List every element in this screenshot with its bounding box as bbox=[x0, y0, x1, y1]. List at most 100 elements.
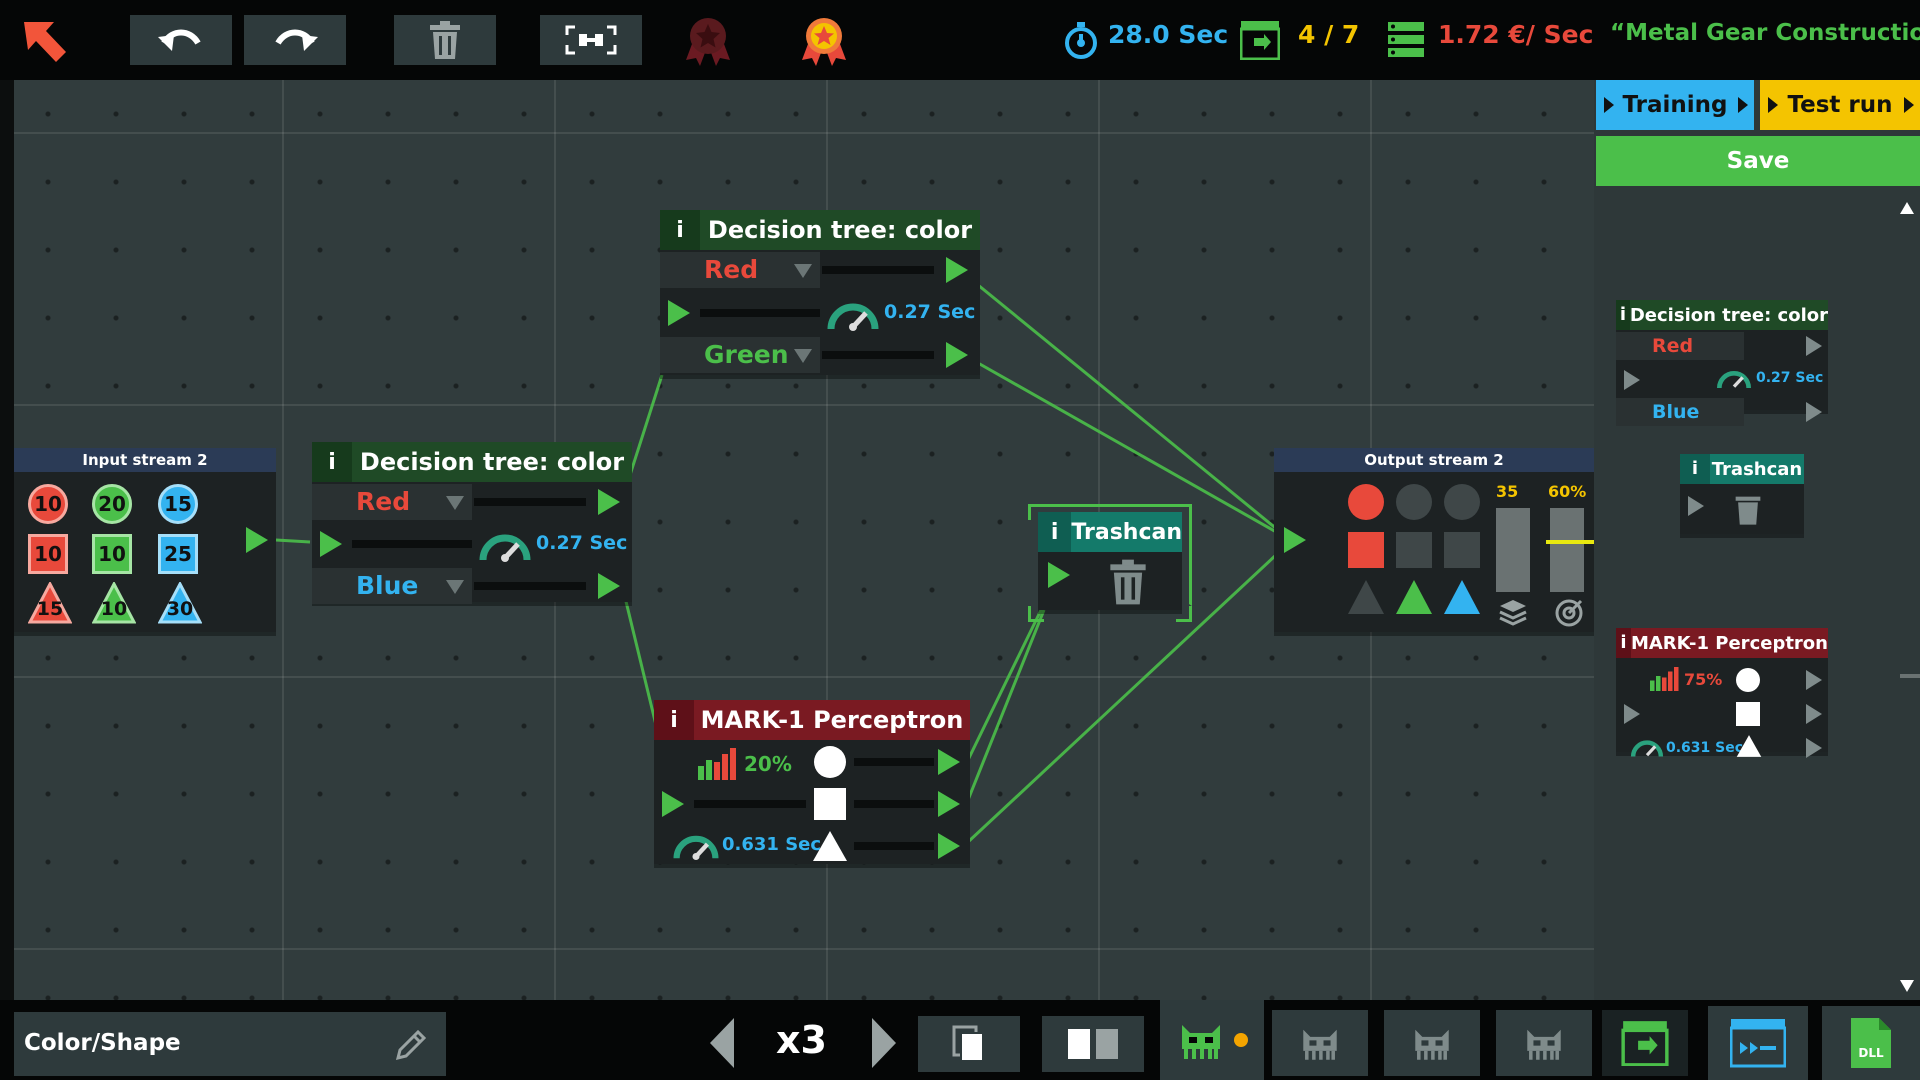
component-sidebar: Training Test run Save i Decision tree: … bbox=[1594, 80, 1920, 1000]
dt-row-3: Green bbox=[660, 335, 980, 375]
speed-gauge-icon bbox=[1630, 740, 1664, 757]
dt-output-port-2[interactable] bbox=[946, 342, 968, 368]
speed-gauge-icon bbox=[479, 534, 531, 562]
trash-icon bbox=[1110, 559, 1146, 605]
rail bbox=[822, 351, 934, 359]
output-stream-title: Output stream 2 bbox=[1274, 448, 1594, 472]
info-button[interactable]: i bbox=[1616, 300, 1630, 330]
dt-output-dropdown-1[interactable]: Red bbox=[660, 252, 820, 288]
rail bbox=[474, 582, 586, 590]
dataset-name-field[interactable]: Color/Shape bbox=[14, 1012, 446, 1076]
rail bbox=[854, 842, 934, 850]
scroll-down-arrow[interactable] bbox=[1900, 980, 1914, 992]
rail bbox=[822, 266, 934, 274]
scrollbar-thumb[interactable] bbox=[1900, 674, 1920, 678]
output-stream-node[interactable]: Output stream 2 35 60% bbox=[1274, 448, 1594, 632]
accuracy-target-line bbox=[1546, 539, 1594, 544]
back-arrow-icon[interactable] bbox=[20, 18, 70, 68]
info-button[interactable]: i bbox=[1680, 454, 1710, 484]
dt-input-port[interactable] bbox=[320, 531, 342, 557]
square-shape-icon bbox=[814, 788, 846, 820]
info-button[interactable]: i bbox=[654, 700, 694, 740]
export-button[interactable] bbox=[1708, 1006, 1808, 1080]
speed-decrease-button[interactable] bbox=[706, 1016, 736, 1074]
info-button[interactable]: i bbox=[1038, 512, 1072, 552]
perceptron-input-port[interactable] bbox=[662, 791, 684, 817]
perceptron-output-port-2[interactable] bbox=[938, 791, 960, 817]
node-title: MARK-1 Perceptron bbox=[700, 706, 964, 734]
trashcan-input-port[interactable] bbox=[1048, 562, 1070, 588]
split-view-button[interactable] bbox=[1042, 1016, 1144, 1072]
medal-bronze-icon bbox=[682, 14, 734, 70]
scroll-up-arrow[interactable] bbox=[1900, 202, 1914, 214]
input-stream-node[interactable]: Input stream 2 10 20 15 10 10 25 15 10 3… bbox=[14, 448, 276, 632]
server-icon bbox=[1388, 22, 1424, 62]
dt-output-port-1[interactable] bbox=[598, 489, 620, 515]
top-bar: 28.0 Sec 4 / 7 1.72 €/ Sec “Metal Gear C… bbox=[0, 0, 1920, 80]
dt-output-port-1[interactable] bbox=[946, 257, 968, 283]
info-button[interactable]: i bbox=[1616, 628, 1631, 658]
import-button[interactable] bbox=[1602, 1010, 1688, 1076]
trashcan-node[interactable]: i Trashcan bbox=[1038, 512, 1182, 610]
output-accuracy: 60% bbox=[1548, 482, 1587, 501]
bar-chart-icon bbox=[698, 748, 736, 780]
palette-dt-header: i Decision tree: color bbox=[1616, 300, 1828, 330]
redo-button[interactable] bbox=[244, 15, 346, 65]
graph-canvas[interactable]: Input stream 2 10 20 15 10 10 25 15 10 3… bbox=[14, 80, 1594, 1000]
input-blue-triangle: 30 bbox=[166, 598, 194, 620]
palette-dt-title: Decision tree: color bbox=[1629, 304, 1828, 326]
dt-output-dropdown-2[interactable]: Blue bbox=[312, 568, 472, 604]
delete-button[interactable] bbox=[394, 15, 496, 65]
dt-output-port-2[interactable] bbox=[598, 573, 620, 599]
copy-button[interactable] bbox=[918, 1016, 1020, 1072]
palette-dt-time: 0.27 Sec bbox=[1756, 370, 1824, 386]
palette-trash-header: i Trashcan bbox=[1680, 454, 1804, 484]
info-button[interactable]: i bbox=[312, 442, 352, 482]
rail bbox=[352, 540, 472, 548]
trashcan-header: i Trashcan bbox=[1038, 512, 1182, 552]
circle-shape-icon bbox=[814, 746, 846, 778]
info-button[interactable]: i bbox=[660, 210, 700, 250]
palette-dt-port bbox=[1806, 336, 1822, 356]
output-input-port[interactable] bbox=[1284, 527, 1306, 553]
training-button[interactable]: Training bbox=[1596, 80, 1754, 130]
export-monitor-icon bbox=[1730, 1019, 1786, 1068]
fit-view-button[interactable] bbox=[540, 15, 642, 65]
output-count: 35 bbox=[1496, 482, 1519, 501]
perceptron-output-port-1[interactable] bbox=[938, 749, 960, 775]
palette-dt-out1: Red bbox=[1616, 332, 1744, 360]
decision-tree-header: i Decision tree: color bbox=[660, 210, 980, 250]
speed-value: x3 bbox=[776, 1018, 827, 1062]
robot-slot-3[interactable] bbox=[1384, 1010, 1480, 1076]
dt-row-2: 0.27 Sec bbox=[312, 524, 632, 564]
dt-input-port[interactable] bbox=[668, 300, 690, 326]
dll-label: DLL bbox=[1858, 1046, 1884, 1060]
dt-output-dropdown-1[interactable]: Red bbox=[312, 484, 472, 520]
robot-slot-2[interactable] bbox=[1272, 1010, 1368, 1076]
dll-button[interactable]: DLL bbox=[1822, 1006, 1920, 1080]
input-green-triangle: 10 bbox=[100, 598, 128, 620]
cost-value: 1.72 €/ Sec bbox=[1438, 20, 1594, 49]
undo-button[interactable] bbox=[130, 15, 232, 65]
palette-trash-title: Trashcan bbox=[1711, 458, 1803, 480]
input-blue-square: 25 bbox=[158, 534, 198, 574]
medal-gold-icon bbox=[798, 14, 850, 70]
rail bbox=[474, 498, 586, 506]
decision-tree-node-1[interactable]: i Decision tree: color Red 0.27 Sec Blue bbox=[312, 442, 632, 604]
speed-increase-button[interactable] bbox=[870, 1016, 900, 1074]
palette-trashcan[interactable]: i Trashcan bbox=[1680, 454, 1804, 534]
perceptron-output-port-3[interactable] bbox=[938, 833, 960, 859]
perceptron-node[interactable]: i MARK-1 Perceptron 20% 0.631 Sec bbox=[654, 700, 970, 864]
decision-tree-node-2[interactable]: i Decision tree: color Red 0.27 Sec Gree… bbox=[660, 210, 980, 375]
input-green-square: 10 bbox=[92, 534, 132, 574]
robot-slot-4[interactable] bbox=[1496, 1010, 1592, 1076]
pencil-icon[interactable] bbox=[394, 1028, 428, 1062]
palette-decision-tree[interactable]: i Decision tree: color Red 0.27 Sec Blue bbox=[1616, 300, 1828, 426]
save-button[interactable]: Save bbox=[1596, 136, 1920, 186]
input-output-port[interactable] bbox=[246, 527, 268, 553]
robot-slot-active[interactable] bbox=[1160, 1000, 1264, 1080]
dt-output-dropdown-2[interactable]: Green bbox=[660, 337, 820, 373]
test-run-button[interactable]: Test run bbox=[1760, 80, 1920, 130]
wire-perc-trash2 bbox=[966, 609, 1046, 801]
palette-perceptron[interactable]: i MARK-1 Perceptron 75% 0.631 Sec bbox=[1616, 628, 1828, 758]
